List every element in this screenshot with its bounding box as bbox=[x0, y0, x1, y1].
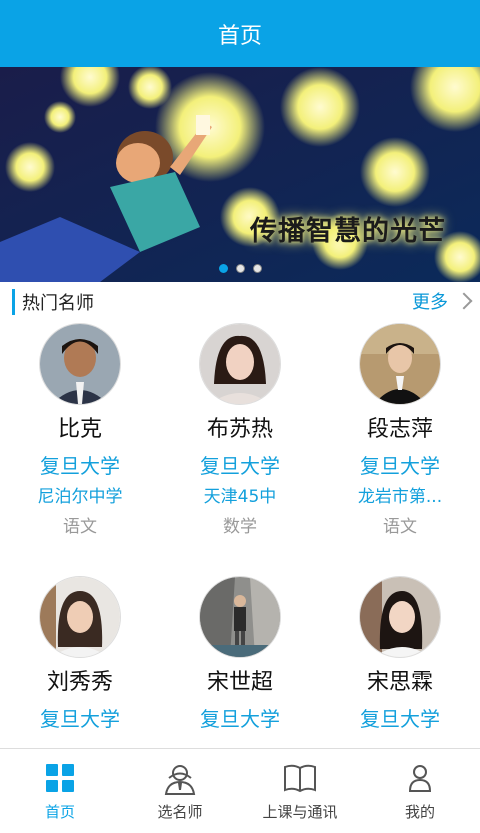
section-title: 热门名师 bbox=[22, 293, 94, 314]
teacher-name: 比克 bbox=[57, 417, 102, 442]
teacher-university: 复旦大学 bbox=[200, 454, 280, 478]
avatar bbox=[359, 576, 441, 658]
teacher-name: 布苏热 bbox=[206, 417, 273, 442]
teacher-university: 复旦大学 bbox=[40, 707, 120, 731]
carousel-dot[interactable] bbox=[218, 264, 228, 273]
banner-carousel[interactable]: 传播智慧的光芒 bbox=[0, 67, 480, 282]
tab-classes[interactable]: 上课与通讯 bbox=[240, 749, 360, 833]
banner-caption: 传播智慧的光芒 bbox=[250, 216, 446, 247]
teacher-name: 刘秀秀 bbox=[46, 670, 113, 695]
bottom-tab-bar: 首页 选名师 上课与通讯 我的 bbox=[0, 748, 480, 833]
teacher-subject: 语文 bbox=[383, 517, 417, 537]
hot-teachers-header: 热门名师 更多 bbox=[0, 284, 480, 320]
teacher-university: 复旦大学 bbox=[360, 454, 440, 478]
book-icon bbox=[283, 763, 317, 797]
teacher-icon bbox=[163, 763, 197, 799]
teacher-school: 天津45中 bbox=[203, 487, 277, 507]
top-app-bar: 首页 bbox=[0, 0, 480, 67]
teacher-name: 宋思霖 bbox=[366, 670, 433, 695]
teacher-name: 宋世超 bbox=[206, 670, 273, 695]
teacher-university: 复旦大学 bbox=[360, 707, 440, 731]
teacher-card[interactable]: 布苏热 复旦大学 天津45中 数学 bbox=[160, 320, 320, 539]
tab-label: 上课与通讯 bbox=[262, 803, 338, 821]
person-icon bbox=[407, 763, 433, 797]
tab-teachers[interactable]: 选名师 bbox=[120, 749, 240, 833]
banner-image bbox=[0, 67, 480, 282]
tab-mine[interactable]: 我的 bbox=[360, 749, 480, 833]
section-accent-bar bbox=[12, 289, 15, 315]
teacher-card[interactable]: 段志萍 复旦大学 龙岩市第... 语文 bbox=[320, 320, 480, 539]
carousel-dot[interactable] bbox=[252, 264, 262, 273]
teacher-subject: 数学 bbox=[223, 517, 257, 537]
avatar bbox=[359, 323, 441, 405]
chevron-right-icon bbox=[455, 292, 473, 310]
avatar bbox=[199, 323, 281, 405]
more-link[interactable]: 更多 bbox=[412, 288, 473, 314]
avatar bbox=[39, 323, 121, 405]
teacher-university: 复旦大学 bbox=[40, 454, 120, 478]
grid-icon bbox=[45, 763, 75, 797]
tab-label: 选名师 bbox=[157, 803, 203, 821]
tab-home[interactable]: 首页 bbox=[0, 749, 120, 833]
teacher-name: 段志萍 bbox=[366, 417, 433, 442]
carousel-indicator[interactable] bbox=[0, 264, 480, 273]
teacher-university: 复旦大学 bbox=[200, 707, 280, 731]
teacher-subject: 语文 bbox=[63, 517, 97, 537]
tab-label: 我的 bbox=[404, 803, 435, 821]
teacher-card[interactable]: 比克 复旦大学 尼泊尔中学 语文 bbox=[0, 320, 160, 539]
page-title: 首页 bbox=[217, 23, 262, 49]
avatar bbox=[199, 576, 281, 658]
carousel-dot[interactable] bbox=[235, 264, 245, 273]
avatar bbox=[39, 576, 121, 658]
more-label: 更多 bbox=[412, 292, 448, 313]
tab-label: 首页 bbox=[44, 803, 75, 821]
teacher-school: 尼泊尔中学 bbox=[37, 487, 123, 507]
teacher-school: 龙岩市第... bbox=[357, 487, 443, 507]
